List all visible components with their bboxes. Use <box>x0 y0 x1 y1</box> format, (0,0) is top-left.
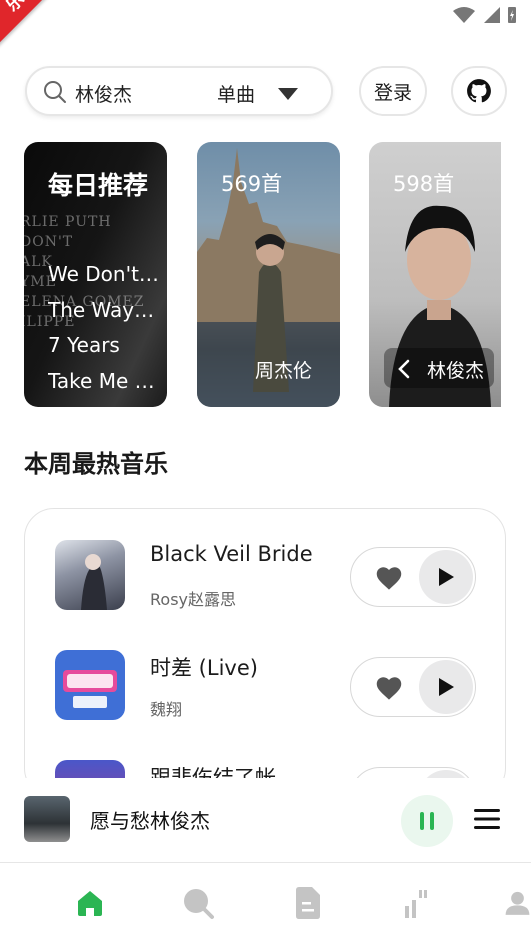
heart-icon[interactable] <box>375 675 403 701</box>
search-icon <box>44 81 66 103</box>
daily-recommend-card[interactable]: RLIE PUTH DON'T ALK YME ELENA GOMEZ ILIP… <box>24 142 167 407</box>
now-playing-title: 愿与愁林俊杰 <box>90 809 210 833</box>
search-mode-select[interactable]: 单曲 <box>217 80 255 107</box>
document-icon <box>296 887 320 919</box>
home-icon <box>78 891 102 916</box>
daily-song: The Way I Am <box>48 297 160 322</box>
menu-icon[interactable] <box>473 807 501 831</box>
play-button[interactable] <box>419 660 473 714</box>
song-artist: Rosy赵露思 <box>150 590 236 609</box>
daily-song: 7 Years <box>48 333 120 357</box>
daily-song: Take Me Away <box>48 368 160 393</box>
section-title: 本周最热音乐 <box>24 450 168 478</box>
daily-recommend-title: 每日推荐 <box>48 171 149 200</box>
play-icon <box>439 678 454 696</box>
album-cover <box>55 540 125 610</box>
play-button[interactable] <box>419 550 473 604</box>
song-actions <box>350 547 476 607</box>
play-icon <box>439 568 454 586</box>
daily-song: We Don't Talk <box>48 262 160 286</box>
playlist-song-count: 598首 <box>393 172 455 196</box>
list-item[interactable]: 时差 (Live) 魏翔 <box>25 650 505 750</box>
login-button[interactable]: 登录 <box>359 66 427 116</box>
album-cover <box>55 650 125 720</box>
pause-button[interactable] <box>401 795 453 847</box>
nav-profile[interactable] <box>504 885 531 921</box>
chevron-left-icon[interactable] <box>397 359 411 379</box>
list-item[interactable]: Black Veil Bride Rosy赵露思 <box>25 540 505 640</box>
daily-song-list: We Don't Talk The Way I Am 7 Years Take … <box>48 262 160 404</box>
pause-icon <box>420 812 424 830</box>
status-bar: 乐乐亲测 <box>0 0 531 47</box>
nav-home[interactable] <box>72 885 108 921</box>
bottom-nav <box>0 863 531 944</box>
signal-icon <box>484 7 500 23</box>
heart-icon[interactable] <box>375 565 403 591</box>
chart-icon <box>405 890 427 918</box>
nav-library[interactable] <box>290 885 326 921</box>
song-title: Black Veil Bride <box>150 542 313 566</box>
search-bar[interactable]: 林俊杰 单曲 <box>25 66 333 116</box>
nav-charts[interactable] <box>396 885 432 921</box>
now-playing-cover <box>24 796 70 842</box>
test-badge: 乐乐亲测 <box>0 0 96 47</box>
mini-player[interactable]: 愿与愁林俊杰 <box>0 778 531 862</box>
search-icon <box>184 889 214 919</box>
system-icons <box>453 6 517 24</box>
playlist-artist: 周杰伦 <box>255 360 313 382</box>
chevron-down-icon[interactable] <box>278 88 298 100</box>
nav-search[interactable] <box>180 885 216 921</box>
search-input[interactable]: 林俊杰 <box>75 80 132 107</box>
playlist-artist: 林俊杰 <box>427 360 485 382</box>
song-actions <box>350 657 476 717</box>
song-artist: 魏翔 <box>150 700 183 719</box>
playlist-song-count: 569首 <box>221 172 283 196</box>
profile-icon <box>505 891 530 915</box>
hot-song-list: Black Veil Bride Rosy赵露思 时差 (Live) 魏翔 <box>24 508 506 798</box>
song-title: 时差 (Live) <box>150 656 258 680</box>
github-button[interactable] <box>451 66 507 116</box>
github-icon <box>467 79 491 103</box>
playlist-card-jay[interactable]: 569首 周杰伦 <box>197 142 340 407</box>
playlist-card-jj[interactable]: 598首 林俊杰 <box>369 142 501 407</box>
battery-icon <box>508 7 516 23</box>
wifi-icon <box>453 7 475 23</box>
